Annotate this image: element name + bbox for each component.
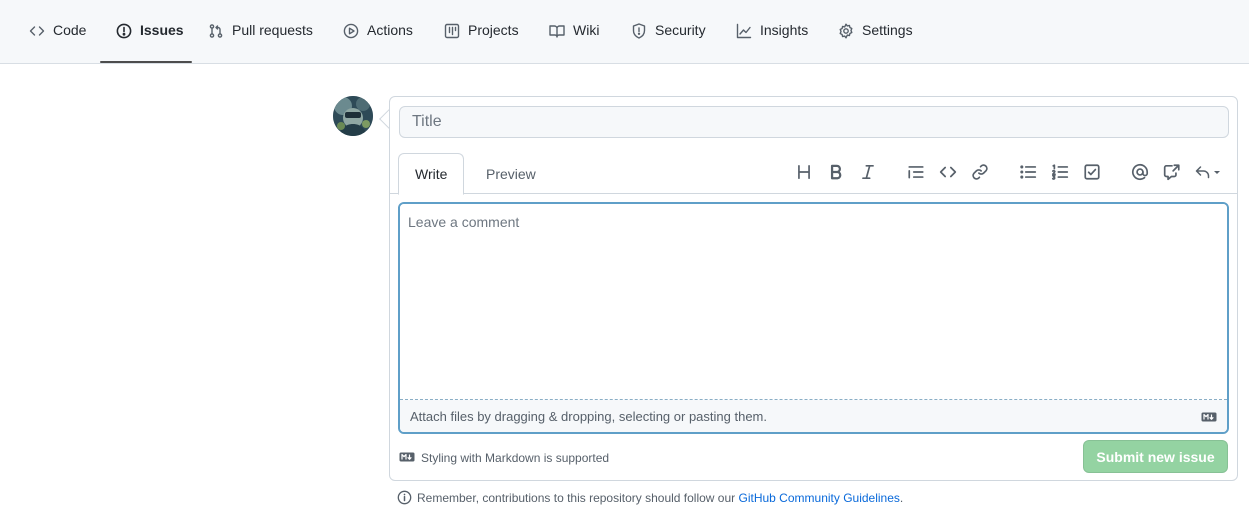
reply-icon[interactable] — [1195, 163, 1225, 181]
markdown-help-link[interactable]: Styling with Markdown is supported — [399, 451, 609, 465]
tab-actions-label: Actions — [367, 22, 413, 38]
gear-icon — [839, 23, 853, 39]
guidelines-text: Remember, contributions to this reposito… — [417, 491, 903, 505]
markdown-icon — [1201, 410, 1217, 425]
tab-code[interactable]: Code — [29, 22, 86, 56]
community-guidelines-link[interactable]: GitHub Community Guidelines — [739, 491, 900, 505]
submit-new-issue-button[interactable]: Submit new issue — [1083, 440, 1228, 473]
mention-icon[interactable] — [1131, 163, 1149, 181]
guidelines-suffix: . — [899, 490, 904, 505]
code-icon[interactable] — [939, 163, 957, 181]
attach-files-text: Attach files by dragging & dropping, sel… — [410, 408, 767, 424]
markdown-note-text: Styling with Markdown is supported — [421, 451, 610, 465]
tab-wiki[interactable]: Wiki — [549, 22, 599, 56]
repo-nav: Code Issues Pull requests Actions Projec… — [0, 0, 1249, 64]
community-guidelines-note: Remember, contributions to this reposito… — [397, 490, 903, 505]
tab-projects[interactable]: Projects — [444, 22, 519, 56]
tab-issues-label: Issues — [140, 22, 184, 38]
code-icon — [29, 26, 45, 36]
avatar-image — [333, 96, 373, 136]
tab-pull-requests-label: Pull requests — [232, 22, 313, 38]
tab-code-label: Code — [53, 22, 87, 38]
tab-actions[interactable]: Actions — [343, 22, 413, 56]
bold-icon[interactable] — [827, 163, 845, 181]
table-icon — [444, 23, 460, 39]
tab-settings-label: Settings — [862, 22, 913, 38]
quote-icon[interactable] — [907, 163, 925, 181]
tab-security-label: Security — [655, 22, 706, 38]
issue-opened-icon — [116, 23, 132, 39]
tab-write[interactable]: Write — [398, 153, 465, 195]
issue-title-input[interactable] — [399, 106, 1229, 138]
link-icon[interactable] — [971, 163, 989, 181]
task-list-icon[interactable] — [1083, 163, 1101, 181]
editor-tabs: Write Preview — [390, 153, 1237, 195]
selected-tab-underline — [100, 61, 192, 63]
attach-files-bar[interactable]: Attach files by dragging & dropping, sel… — [400, 400, 1227, 432]
tab-projects-label: Projects — [468, 22, 519, 38]
comment-box: Attach files by dragging & dropping, sel… — [398, 202, 1229, 434]
shield-icon — [632, 23, 646, 39]
tab-issues[interactable]: Issues — [116, 22, 184, 56]
tab-insights-label: Insights — [760, 22, 809, 38]
tab-pull-requests[interactable]: Pull requests — [208, 22, 313, 56]
tab-settings[interactable]: Settings — [838, 22, 913, 56]
git-pull-request-icon — [209, 24, 223, 38]
book-icon — [549, 25, 565, 38]
ordered-list-icon[interactable] — [1051, 163, 1069, 181]
tab-wiki-label: Wiki — [573, 22, 600, 38]
new-issue-form: Write Preview Attach files by drag — [389, 96, 1238, 481]
tab-insights[interactable]: Insights — [736, 22, 808, 56]
comment-textarea[interactable] — [400, 204, 1227, 400]
info-icon — [397, 490, 412, 505]
play-icon — [343, 23, 359, 39]
graph-icon — [736, 23, 752, 39]
italic-icon[interactable] — [859, 163, 877, 181]
cross-reference-icon[interactable] — [1163, 163, 1181, 181]
heading-icon[interactable] — [795, 163, 813, 181]
avatar[interactable] — [333, 96, 373, 136]
unordered-list-icon[interactable] — [1019, 163, 1037, 181]
tab-security[interactable]: Security — [631, 22, 706, 56]
tab-preview[interactable]: Preview — [470, 153, 552, 194]
markdown-icon — [399, 451, 415, 465]
guidelines-prefix: Remember, contributions to this reposito… — [417, 490, 736, 505]
